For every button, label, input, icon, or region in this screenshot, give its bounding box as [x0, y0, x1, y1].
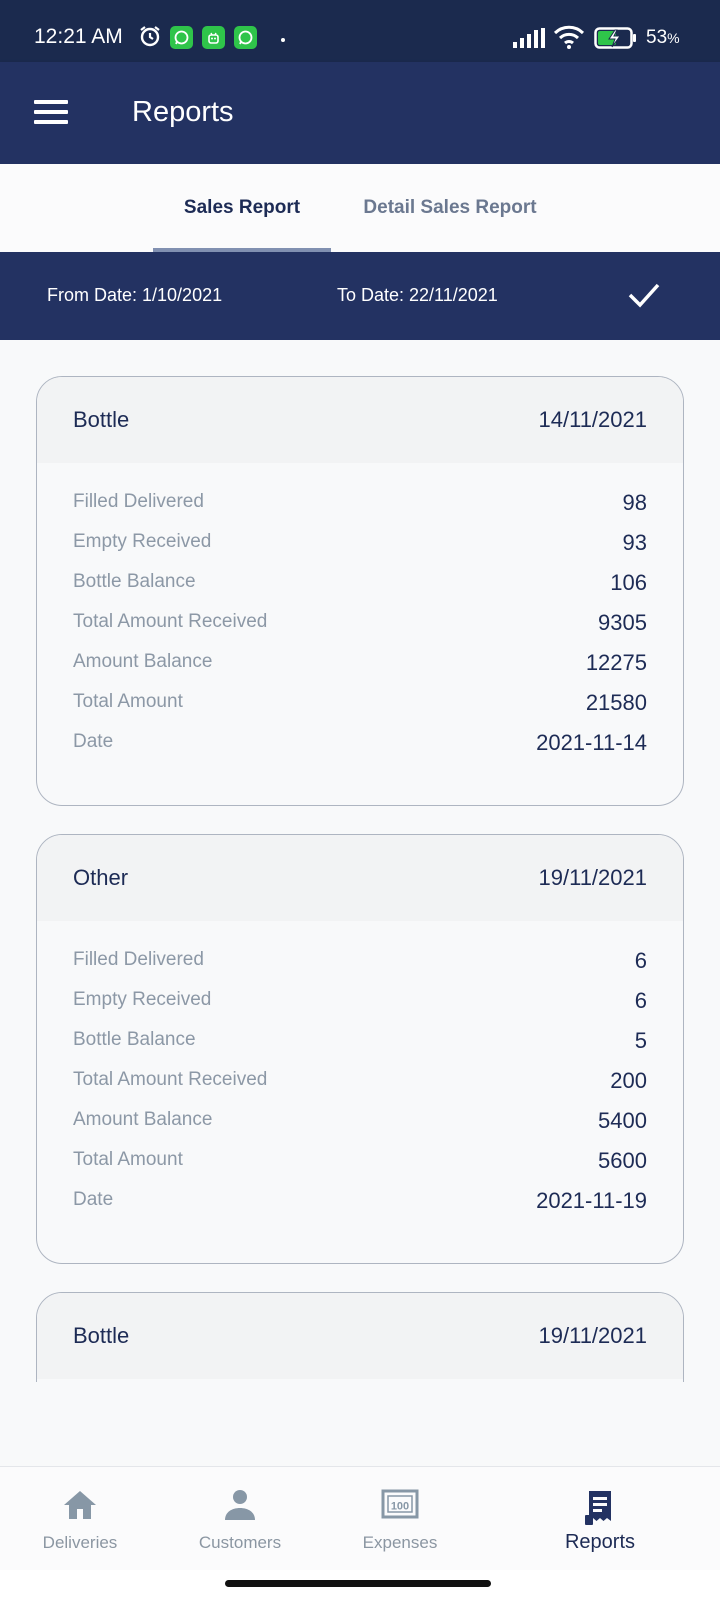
gesture-area [0, 1570, 720, 1600]
row-bottle-balance: Bottle Balance 106 [37, 563, 683, 603]
row-total-amount-received: Total Amount Received 200 [37, 1061, 683, 1101]
more-notifications-dot [281, 38, 285, 42]
battery-percent: 53% [646, 27, 680, 48]
row-label: Total Amount [73, 1149, 183, 1170]
nav-customers[interactable]: Customers [160, 1467, 320, 1571]
row-value: 106 [610, 570, 647, 595]
menu-icon[interactable] [34, 98, 68, 126]
page-title: Reports [132, 96, 234, 128]
check-icon[interactable] [627, 281, 661, 314]
row-empty-received: Empty Received 93 [37, 523, 683, 563]
status-bar: 12:21 AM 53% [0, 0, 720, 62]
nav-label: Deliveries [42, 1533, 118, 1552]
row-label: Bottle Balance [73, 1029, 196, 1050]
money-icon: 100 [381, 1489, 419, 1524]
row-value: 21580 [585, 690, 647, 715]
report-list[interactable]: Bottle 14/11/2021 Filled Delivered 98 Emp… [0, 340, 720, 1382]
card-header: Bottle 14/11/2021 [37, 377, 683, 463]
whatsapp-icon [234, 26, 257, 49]
row-amount-balance: Amount Balance 12275 [37, 643, 683, 683]
row-filled-delivered: Filled Delivered 98 [37, 483, 683, 523]
row-value: 93 [622, 530, 647, 555]
row-value: 9305 [598, 610, 647, 635]
row-filled-delivered: Filled Delivered 6 [37, 941, 683, 981]
card-header: Other 19/11/2021 [37, 835, 683, 921]
nav-expenses[interactable]: 100 Expenses [320, 1467, 480, 1571]
report-card: Other 19/11/2021 Filled Delivered 6 Empty… [36, 834, 684, 1264]
report-date: 19/11/2021 [538, 865, 647, 890]
svg-text:100: 100 [391, 1501, 409, 1513]
row-value: 5 [634, 1028, 647, 1053]
row-label: Total Amount Received [73, 1069, 268, 1090]
row-total-amount-received: Total Amount Received 9305 [37, 603, 683, 643]
tab-sales-report[interactable]: Sales Report [153, 164, 331, 252]
alarm-icon [138, 24, 162, 53]
row-label: Amount Balance [73, 1109, 213, 1130]
nav-label: Reports [564, 1531, 636, 1553]
card-body: Filled Delivered 98 Empty Received 93 Bott… [37, 463, 683, 763]
row-total-amount: Total Amount 5600 [37, 1141, 683, 1181]
nav-deliveries[interactable]: Deliveries [0, 1467, 160, 1571]
row-value: 2021-11-19 [536, 1188, 647, 1213]
row-value: 98 [622, 490, 647, 515]
report-date: 14/11/2021 [538, 407, 647, 432]
date-filter-bar: From Date: 1/10/2021 To Date: 22/11/2021 [0, 252, 720, 340]
report-tabs: Sales Report Detail Sales Report [0, 164, 720, 252]
row-amount-balance: Amount Balance 5400 [37, 1101, 683, 1141]
nav-label: Expenses [362, 1533, 438, 1552]
row-value: 5400 [598, 1108, 647, 1133]
report-date: 19/11/2021 [538, 1323, 647, 1348]
card-header: Bottle 19/11/2021 [37, 1293, 683, 1379]
row-label: Bottle Balance [73, 571, 196, 592]
person-icon [223, 1489, 257, 1526]
row-label: Total Amount [73, 691, 183, 712]
tab-detail-sales-report[interactable]: Detail Sales Report [340, 164, 560, 252]
status-time: 12:21 AM [34, 25, 123, 48]
row-label: Date [73, 1189, 114, 1210]
whatsapp-icon [170, 26, 193, 49]
row-label: Filled Delivered [73, 949, 204, 970]
row-empty-received: Empty Received 6 [37, 981, 683, 1021]
report-type: Bottle [73, 1323, 130, 1348]
wifi-icon [553, 24, 585, 55]
row-value: 6 [634, 948, 647, 973]
row-label: Total Amount Received [73, 611, 268, 632]
row-label: Empty Received [73, 531, 212, 552]
report-type: Bottle [73, 407, 130, 432]
battery-icon [594, 27, 638, 54]
row-total-amount: Total Amount 21580 [37, 683, 683, 723]
row-value: 12275 [585, 650, 647, 675]
signal-icon [513, 28, 545, 53]
card-body: Filled Delivered 6 Empty Received 6 Bottle… [37, 921, 683, 1221]
row-bottle-balance: Bottle Balance 5 [37, 1021, 683, 1061]
report-type: Other [73, 865, 129, 890]
nav-label: Customers [198, 1533, 282, 1552]
app-bar: Reports [0, 62, 720, 164]
row-value: 2021-11-14 [536, 730, 647, 755]
row-label: Empty Received [73, 989, 212, 1010]
home-icon [62, 1489, 98, 1526]
bottom-navigation: Deliveries Customers 100 Expenses Report… [0, 1466, 720, 1570]
row-value: 5600 [598, 1148, 647, 1173]
row-value: 6 [634, 988, 647, 1013]
from-date[interactable]: From Date: 1/10/2021 [47, 285, 222, 306]
home-gesture-bar[interactable] [225, 1580, 491, 1587]
row-label: Amount Balance [73, 651, 213, 672]
row-date: Date 2021-11-14 [37, 723, 683, 763]
report-card: Bottle 14/11/2021 Filled Delivered 98 Emp… [36, 376, 684, 806]
row-label: Filled Delivered [73, 491, 204, 512]
row-label: Date [73, 731, 114, 752]
nav-reports[interactable]: Reports [520, 1467, 680, 1571]
receipt-icon [584, 1489, 616, 1532]
row-value: 200 [610, 1068, 647, 1093]
android-icon [202, 26, 225, 49]
report-card: Bottle 19/11/2021 [36, 1292, 684, 1382]
to-date[interactable]: To Date: 22/11/2021 [337, 285, 498, 306]
row-date: Date 2021-11-19 [37, 1181, 683, 1221]
